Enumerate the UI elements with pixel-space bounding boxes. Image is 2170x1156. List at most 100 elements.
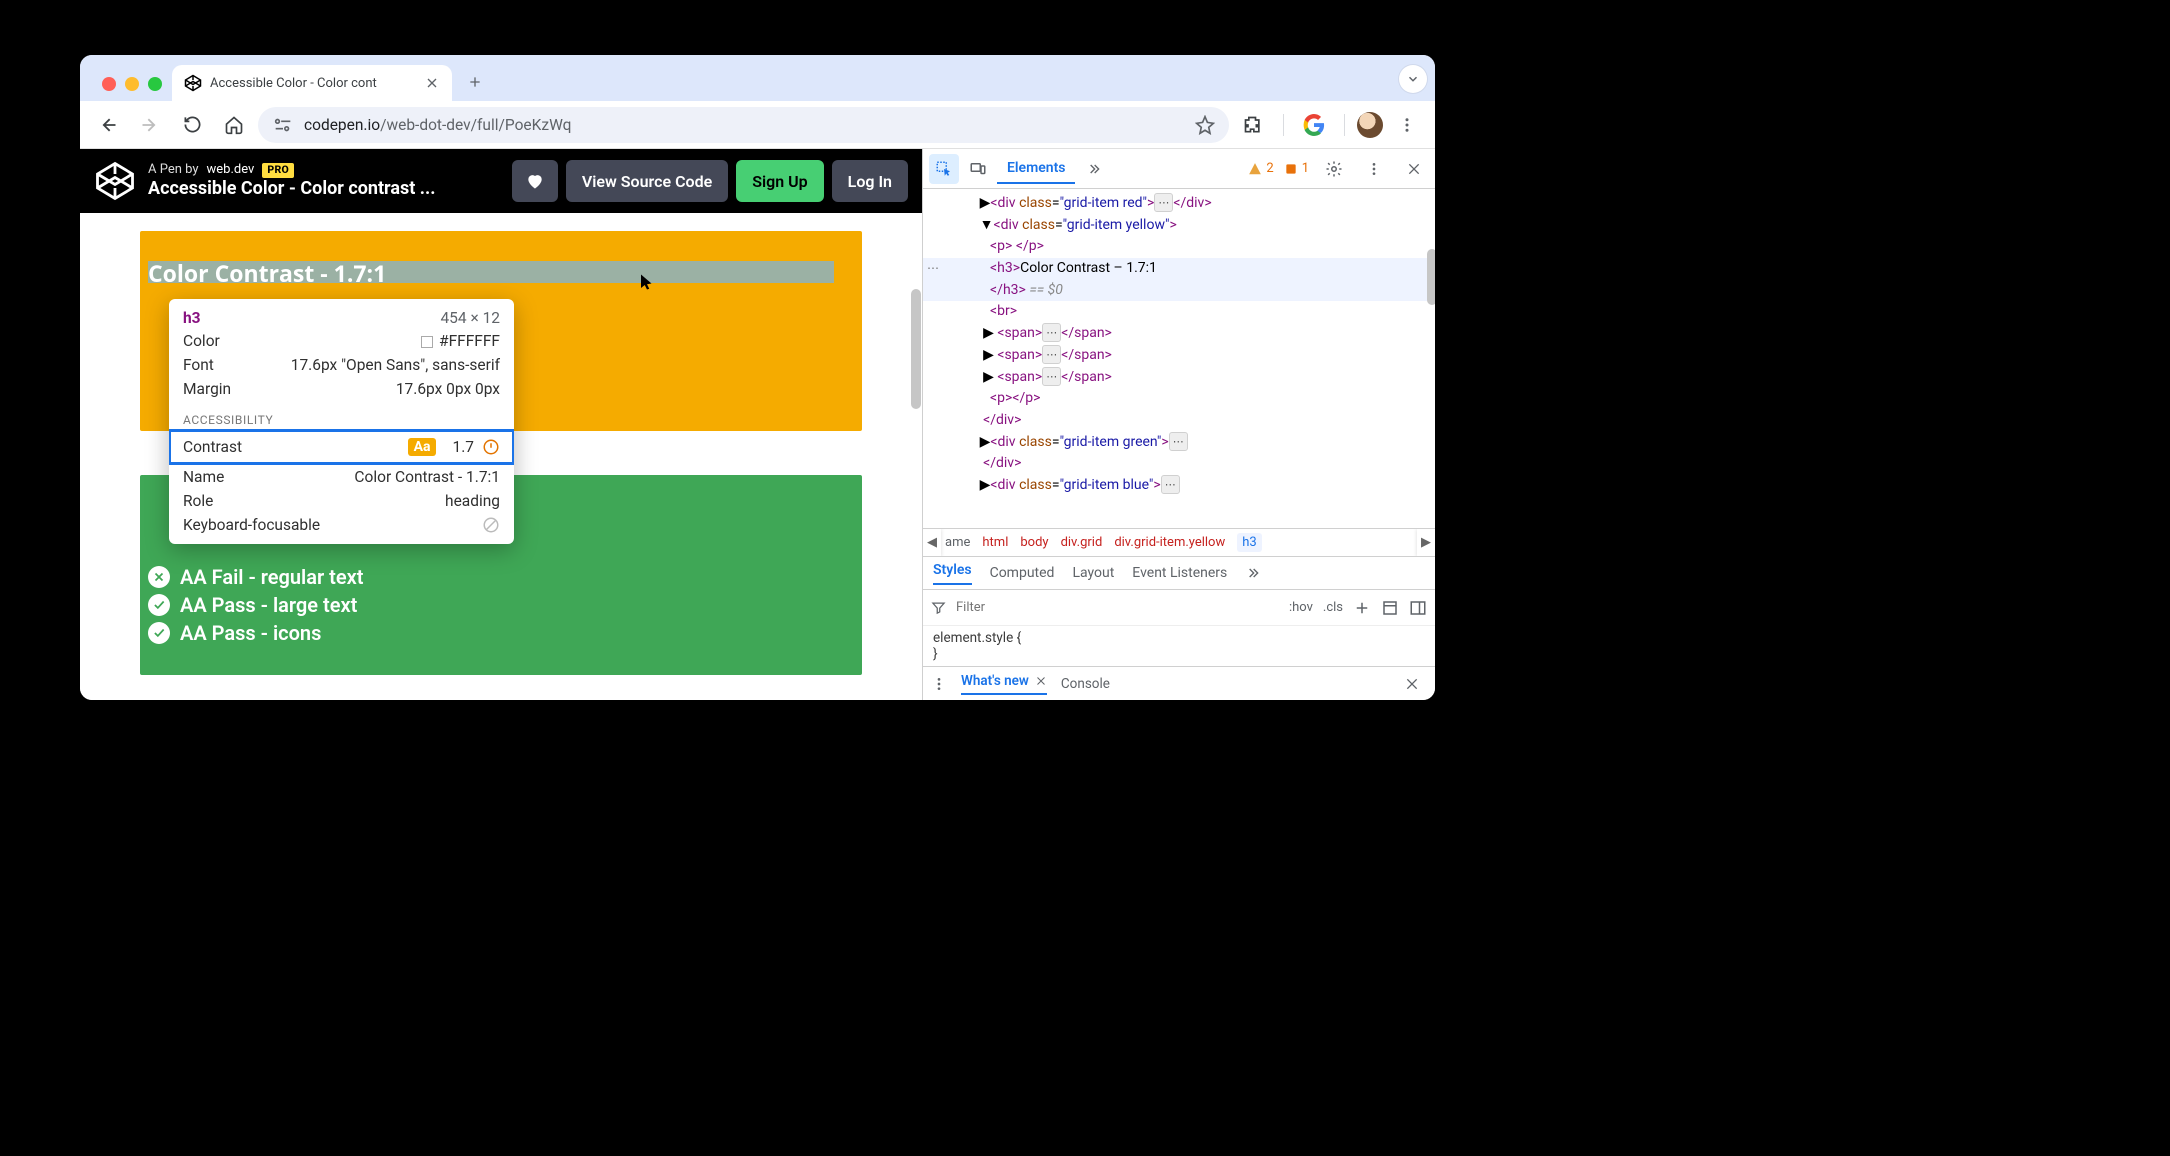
- crumb-active[interactable]: h3: [1237, 533, 1261, 552]
- toolbar-right: [1235, 107, 1425, 143]
- heart-button[interactable]: [512, 160, 558, 202]
- crumb[interactable]: div.grid: [1061, 535, 1103, 550]
- tooltip-tag: h3: [183, 309, 201, 327]
- inspect-element-icon[interactable]: [929, 154, 959, 184]
- window-controls: [88, 77, 172, 101]
- styles-tab[interactable]: Styles: [933, 562, 972, 585]
- dom-tree[interactable]: ▶<div class="grid-item red">⋯</div> ▼<di…: [923, 189, 1435, 528]
- close-window-button[interactable]: [102, 77, 116, 91]
- tooltip-margin-label: Margin: [183, 380, 231, 398]
- hov-toggle[interactable]: :hov: [1289, 600, 1313, 615]
- new-style-rule-icon[interactable]: [1353, 599, 1371, 617]
- pass-icon: [148, 622, 170, 644]
- tab-strip: Accessible Color - Color cont: [80, 55, 1435, 101]
- home-button[interactable]: [216, 107, 252, 143]
- computed-styles-icon[interactable]: [1381, 599, 1399, 617]
- check-row: AA Pass - icons: [148, 621, 363, 645]
- star-icon[interactable]: [1195, 115, 1215, 135]
- minimize-window-button[interactable]: [125, 77, 139, 91]
- filter-icon: [931, 600, 946, 615]
- selected-dom-node[interactable]: ⋯ <h3>Color Contrast – 1.7:1: [923, 258, 1435, 280]
- browser-tab[interactable]: Accessible Color - Color cont: [172, 65, 452, 101]
- contrast-value: 1.7: [452, 438, 474, 456]
- elements-tab[interactable]: Elements: [997, 154, 1075, 184]
- tab-search-button[interactable]: [1399, 65, 1427, 93]
- device-toolbar-icon[interactable]: [963, 154, 993, 184]
- warning-count[interactable]: 2: [1248, 161, 1273, 176]
- tooltip-color-label: Color: [183, 332, 220, 350]
- contrast-badge: Aa: [408, 438, 437, 456]
- tooltip-margin-value: 17.6px 0px 0px: [396, 380, 500, 398]
- sign-up-button[interactable]: Sign Up: [736, 160, 823, 202]
- crumb[interactable]: body: [1020, 535, 1048, 550]
- profile-avatar[interactable]: [1357, 112, 1383, 138]
- styles-filter-bar: :hov .cls: [923, 590, 1435, 626]
- back-button[interactable]: [90, 107, 126, 143]
- style-rules[interactable]: element.style { }: [923, 626, 1435, 666]
- google-account-icon[interactable]: [1296, 107, 1332, 143]
- browser-window: Accessible Color - Color cont codepen.io…: [80, 55, 1435, 700]
- check-row: AA Pass - large text: [148, 593, 363, 617]
- crumb-scroll-right-icon[interactable]: ▶: [1417, 529, 1435, 557]
- byline-author[interactable]: web.dev: [207, 162, 255, 178]
- tooltip-font-value: 17.6px "Open Sans", sans-serif: [291, 356, 500, 374]
- issue-count[interactable]: 1: [1284, 161, 1309, 176]
- settings-icon[interactable]: [1319, 154, 1349, 184]
- tooltip-color-value: #FFFFFF: [421, 332, 500, 350]
- close-devtools-icon[interactable]: [1399, 154, 1429, 184]
- filter-input[interactable]: [956, 600, 1279, 615]
- more-styles-tabs-icon[interactable]: [1245, 565, 1261, 581]
- maximize-window-button[interactable]: [148, 77, 162, 91]
- crumb[interactable]: html: [982, 535, 1008, 550]
- log-in-button[interactable]: Log In: [832, 160, 908, 202]
- site-settings-icon[interactable]: [272, 116, 294, 134]
- close-tab-icon[interactable]: [424, 75, 440, 91]
- byline-prefix: A Pen by: [148, 162, 199, 178]
- crumb-scroll-left-icon[interactable]: ◀: [923, 529, 941, 557]
- extensions-button[interactable]: [1235, 107, 1271, 143]
- pro-badge: PRO: [262, 163, 294, 178]
- name-label: Name: [183, 468, 224, 486]
- whats-new-tab[interactable]: What's new: [961, 673, 1047, 695]
- codepen-actions: View Source Code Sign Up Log In: [512, 160, 908, 202]
- page-scrollbar[interactable]: [911, 289, 921, 409]
- devtools-kebab-icon[interactable]: [1359, 154, 1389, 184]
- more-tabs-icon[interactable]: [1079, 154, 1109, 184]
- dom-scrollbar[interactable]: [1427, 249, 1435, 305]
- computed-tab[interactable]: Computed: [990, 565, 1055, 581]
- tab-title: Accessible Color - Color cont: [210, 76, 416, 91]
- check-label: AA Pass - large text: [180, 593, 357, 617]
- event-listeners-tab[interactable]: Event Listeners: [1132, 565, 1227, 581]
- tooltip-dimensions: 454 × 12: [440, 309, 500, 327]
- pen-title: Accessible Color - Color contrast ...: [148, 178, 435, 200]
- page-viewport: A Pen by web.dev PRO Accessible Color - …: [80, 149, 922, 700]
- kebab-menu-icon[interactable]: [1389, 107, 1425, 143]
- separator: [1283, 114, 1284, 136]
- codepen-header: A Pen by web.dev PRO Accessible Color - …: [80, 149, 922, 213]
- check-label: AA Fail - regular text: [180, 565, 363, 589]
- crumb[interactable]: ame: [945, 535, 970, 550]
- pass-icon: [148, 594, 170, 616]
- codepen-logo-icon[interactable]: [94, 160, 136, 202]
- devtools-panel: Elements 2 1 ▶<div class="grid-item red"…: [922, 149, 1435, 700]
- role-label: Role: [183, 492, 213, 510]
- console-tab[interactable]: Console: [1061, 676, 1110, 692]
- drawer-kebab-icon[interactable]: [931, 676, 947, 692]
- rule-line: element.style {: [933, 630, 1425, 646]
- address-bar[interactable]: codepen.io/web-dot-dev/full/PoeKzWq: [258, 107, 1229, 143]
- drawer-tab-bar: What's new Console: [923, 666, 1435, 700]
- reload-button[interactable]: [174, 107, 210, 143]
- browser-toolbar: codepen.io/web-dot-dev/full/PoeKzWq: [80, 101, 1435, 149]
- separator: [1344, 114, 1345, 136]
- close-drawer-icon[interactable]: [1397, 669, 1427, 699]
- check-row: AA Fail - regular text: [148, 565, 363, 589]
- crumb[interactable]: div.grid-item.yellow: [1114, 535, 1225, 550]
- name-value: Color Contrast - 1.7:1: [354, 468, 500, 486]
- tooltip-contrast-row: Contrast Aa 1.7: [169, 429, 514, 465]
- toggle-pane-icon[interactable]: [1409, 599, 1427, 617]
- codepen-favicon-icon: [184, 74, 202, 92]
- layout-tab[interactable]: Layout: [1072, 565, 1114, 581]
- view-source-button[interactable]: View Source Code: [566, 160, 728, 202]
- new-tab-button[interactable]: [460, 67, 490, 97]
- cls-toggle[interactable]: .cls: [1323, 600, 1343, 615]
